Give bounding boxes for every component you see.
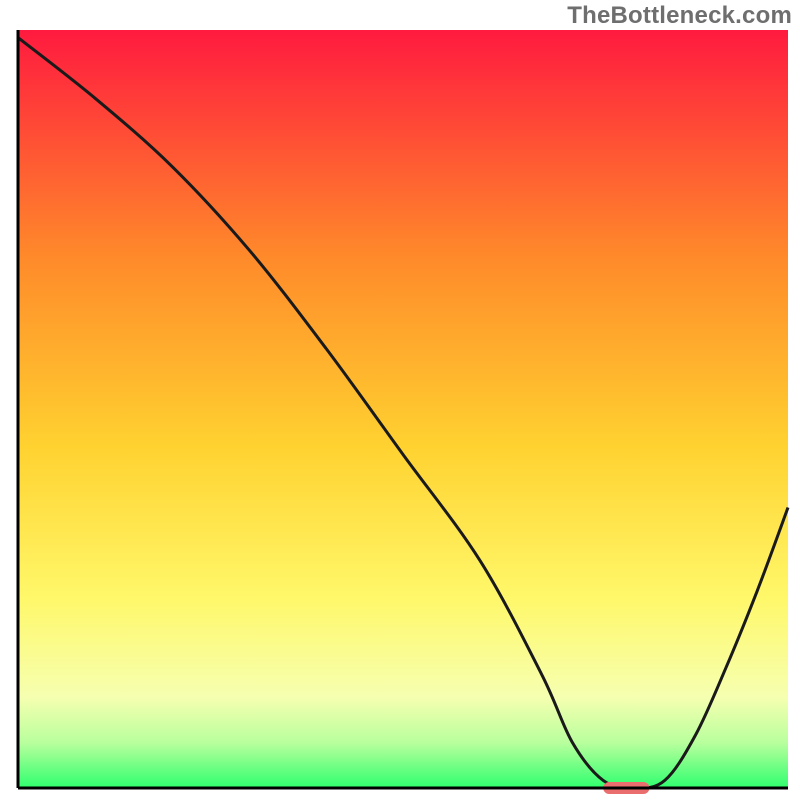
- chart-stage: TheBottleneck.com: [0, 0, 800, 800]
- chart-gradient-bg: [18, 30, 788, 788]
- watermark-text: TheBottleneck.com: [567, 2, 792, 30]
- bottleneck-chart: [0, 0, 800, 800]
